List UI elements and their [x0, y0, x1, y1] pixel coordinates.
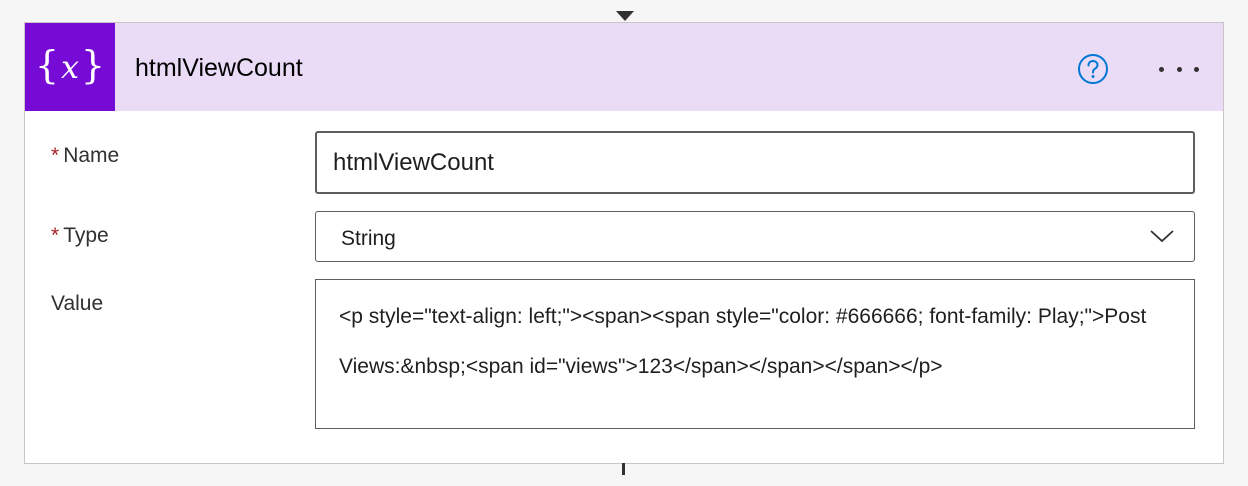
chevron-down-icon [1150, 228, 1174, 249]
value-textarea[interactable]: <p style="text-align: left;"><span><span… [315, 279, 1195, 429]
type-label: * Type [51, 223, 109, 249]
initialize-variable-card: {x} htmlViewCount *Name *Type String Val… [24, 22, 1224, 464]
more-ellipsis-icon[interactable] [1153, 53, 1205, 85]
required-mark: * [51, 224, 60, 247]
required-mark: * [51, 144, 60, 167]
connector-line-bottom [622, 463, 625, 475]
type-label-text: Type [63, 224, 109, 247]
ellipsis-dot [1159, 66, 1164, 72]
svg-text:}: } [81, 43, 103, 87]
svg-text:x: x [61, 48, 79, 86]
connector-arrow-top [616, 11, 634, 21]
name-input[interactable] [315, 131, 1195, 194]
value-label: Value [51, 292, 104, 315]
card-header[interactable]: {x} htmlViewCount [25, 23, 1223, 111]
name-label: * Name [51, 143, 119, 169]
type-selected-value: String [341, 227, 396, 250]
type-dropdown[interactable]: String [315, 211, 1195, 262]
name-label-text: Name [63, 144, 120, 167]
ellipsis-dot [1194, 66, 1199, 72]
svg-text:{: { [37, 43, 59, 87]
ellipsis-dot [1176, 66, 1182, 72]
help-icon[interactable] [1077, 53, 1109, 85]
variable-icon: {x} [25, 23, 115, 111]
action-title[interactable]: htmlViewCount [135, 53, 303, 83]
